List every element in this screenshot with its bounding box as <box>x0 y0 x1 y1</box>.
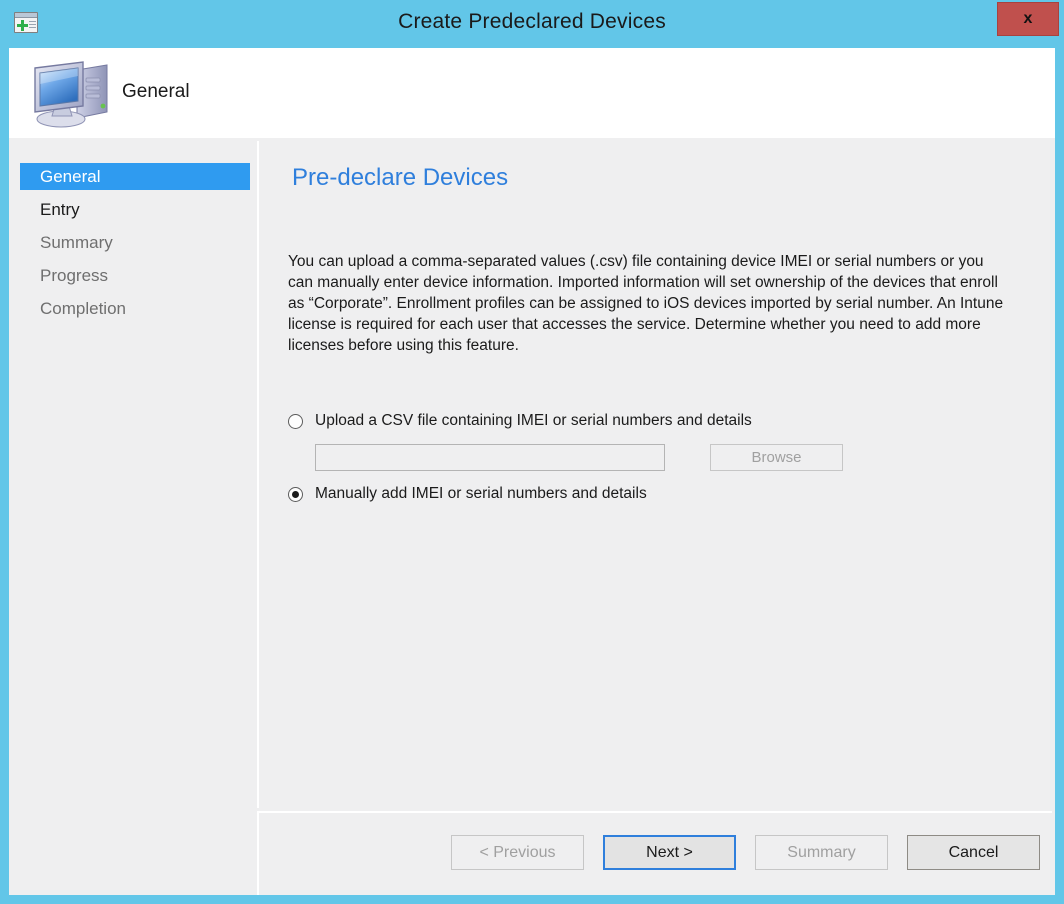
sidebar-item-label: General <box>40 166 101 186</box>
sidebar-item-completion[interactable]: Completion <box>20 295 250 322</box>
previous-button[interactable]: < Previous <box>451 835 584 870</box>
csv-path-controls: Browse <box>315 444 1028 471</box>
radio-option-manual-add[interactable]: Manually add IMEI or serial numbers and … <box>288 481 1028 507</box>
browse-button[interactable]: Browse <box>710 444 843 471</box>
header-label: General <box>122 81 190 102</box>
summary-button[interactable]: Summary <box>755 835 888 870</box>
sidebar-item-label: Entry <box>40 199 80 219</box>
radio-label-manual: Manually add IMEI or serial numbers and … <box>315 485 647 502</box>
sidebar-item-entry[interactable]: Entry <box>20 196 250 223</box>
dialog-footer: < Previous Next > Summary Cancel <box>257 811 1052 895</box>
radio-indicator-manual[interactable] <box>288 486 303 502</box>
next-button[interactable]: Next > <box>603 835 736 870</box>
radio-indicator-upload[interactable] <box>288 413 303 429</box>
sidebar-item-summary[interactable]: Summary <box>20 229 250 256</box>
title-bar: Create Predeclared Devices x <box>0 0 1064 48</box>
dialog-body: General Entry Summary Progress Completio… <box>9 138 1055 895</box>
footer-button-group: < Previous Next > Summary Cancel <box>451 835 1040 870</box>
header-band: General <box>9 48 1055 138</box>
sidebar-item-progress[interactable]: Progress <box>20 262 250 289</box>
sidebar-item-label: Completion <box>40 298 126 318</box>
page-title: Pre-declare Devices <box>292 164 509 191</box>
csv-path-input[interactable] <box>315 444 665 471</box>
dialog-window: Create Predeclared Devices x General Gen… <box>0 0 1064 904</box>
import-method-options: Upload a CSV file containing IMEI or ser… <box>288 408 1028 507</box>
close-button[interactable]: x <box>997 2 1059 36</box>
wizard-sidebar: General Entry Summary Progress Completio… <box>9 138 250 895</box>
cancel-button[interactable]: Cancel <box>907 835 1040 870</box>
sidebar-item-label: Progress <box>40 265 109 285</box>
radio-label-upload: Upload a CSV file containing IMEI or ser… <box>315 412 752 429</box>
sidebar-item-label: Summary <box>40 232 113 252</box>
sidebar-item-general[interactable]: General <box>20 163 250 190</box>
computer-icon <box>34 61 108 128</box>
window-title: Create Predeclared Devices <box>398 10 666 33</box>
radio-option-upload-csv[interactable]: Upload a CSV file containing IMEI or ser… <box>288 408 1028 434</box>
content-panel: Pre-declare Devices You can upload a com… <box>257 141 1052 808</box>
description-text: You can upload a comma-separated values … <box>288 253 1004 354</box>
